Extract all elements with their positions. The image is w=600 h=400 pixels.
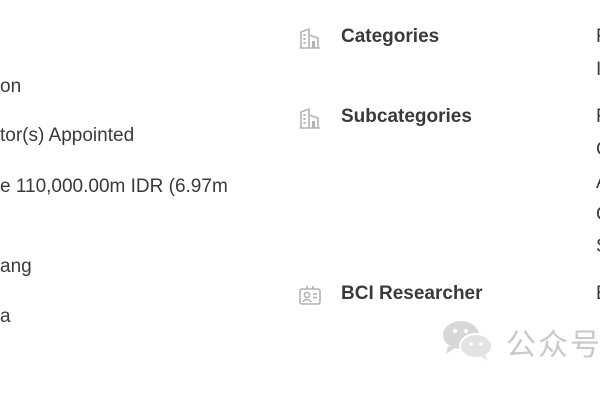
subcategories-value-fragment: S (596, 236, 600, 258)
categories-label: Categories (341, 26, 440, 47)
left-line-1: on (0, 76, 22, 97)
researcher-id-icon (298, 284, 322, 308)
left-line-2: tor(s) Appointed (0, 125, 135, 146)
left-line-5: a (0, 306, 11, 327)
left-line-3: e 110,000.00m IDR (6.97m (0, 176, 228, 197)
categories-value-fragment: I (596, 59, 600, 80)
researcher-value-fragment: E (596, 283, 600, 305)
subcategories-value-fragment: C (596, 204, 600, 226)
wechat-icon (440, 318, 496, 364)
subcategories-value-fragment: C (596, 139, 600, 161)
building-icon (298, 27, 322, 51)
categories-value-fragment: F (596, 26, 600, 48)
watermark-text: 公众号 (506, 328, 600, 363)
building-icon (298, 107, 322, 131)
subcategories-value-fragment: F (596, 106, 600, 128)
subcategories-label: Subcategories (341, 106, 472, 127)
left-line-4: ang (0, 256, 32, 277)
bci-researcher-label: BCI Researcher (341, 283, 483, 304)
subcategories-value-fragment: A (596, 172, 600, 194)
